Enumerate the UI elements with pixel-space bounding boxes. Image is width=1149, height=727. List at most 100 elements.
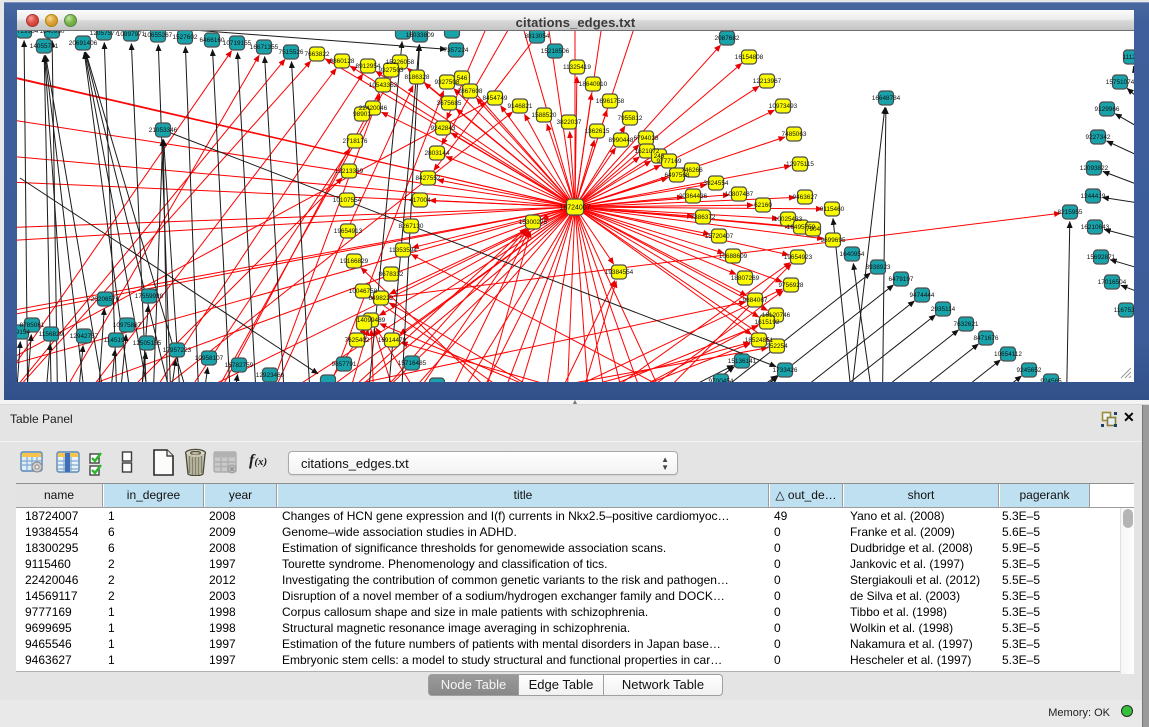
svg-text:10107554: 10107554 [333, 197, 362, 204]
svg-text:8427552: 8427552 [416, 175, 441, 182]
svg-text:15716485: 15716485 [398, 360, 427, 367]
svg-text:9860128: 9860128 [330, 58, 355, 65]
svg-text:16671355: 16671355 [250, 44, 279, 51]
svg-text:8186328: 8186328 [405, 74, 430, 81]
svg-text:1840960: 1840960 [40, 31, 65, 35]
svg-text:15720407: 15720407 [705, 233, 734, 240]
svg-text:16033809: 16033809 [406, 32, 435, 39]
svg-text:12213967: 12213967 [753, 78, 782, 85]
svg-text:62160: 62160 [754, 202, 772, 209]
svg-text:12942757: 12942757 [70, 333, 99, 340]
svg-text:16154808: 16154808 [735, 54, 764, 61]
svg-text:10654112: 10654112 [994, 351, 1022, 358]
svg-text:19654923: 19654923 [784, 254, 813, 261]
svg-text:10807487: 10807487 [725, 191, 754, 198]
svg-text:1733426: 1733426 [773, 367, 798, 374]
svg-text:8678332: 8678332 [379, 271, 404, 278]
svg-text:9242843: 9242843 [431, 125, 456, 132]
svg-text:20691406: 20691406 [69, 40, 98, 47]
svg-text:2867608: 2867608 [458, 88, 483, 95]
svg-text:7625402: 7625402 [345, 337, 370, 344]
svg-text:7515526: 7515526 [279, 49, 304, 56]
svg-text:9657791: 9657791 [332, 361, 357, 368]
svg-text:8498222: 8498222 [369, 295, 394, 302]
svg-text:12213369: 12213369 [335, 168, 364, 175]
svg-text:9327503: 9327503 [379, 67, 404, 74]
svg-text:15218506: 15218506 [541, 48, 570, 55]
svg-text:1244419: 1244419 [1081, 193, 1106, 200]
svg-text:20206576: 20206576 [91, 296, 120, 303]
svg-text:7632621: 7632621 [954, 321, 979, 328]
svg-text:7904: 7904 [806, 226, 821, 233]
svg-text:8454749: 8454749 [483, 95, 508, 102]
svg-text:18724007: 18724007 [559, 204, 590, 211]
svg-text:16961758: 16961758 [596, 98, 625, 105]
svg-text:9699695: 9699695 [821, 237, 846, 244]
svg-text:12057577: 12057577 [90, 31, 119, 37]
svg-text:8267130: 8267130 [399, 223, 424, 230]
svg-text:19166829: 19166829 [340, 258, 369, 265]
svg-text:9129966: 9129966 [1095, 106, 1120, 113]
svg-text:16914479: 16914479 [378, 337, 407, 344]
svg-text:11325419: 11325419 [563, 64, 591, 71]
svg-text:19384554: 19384554 [605, 269, 634, 276]
svg-text:14099489: 14099489 [357, 317, 386, 324]
svg-text:1640954: 1640954 [840, 251, 865, 258]
svg-text:99154: 99154 [17, 329, 30, 336]
svg-text:1615192: 1615192 [755, 319, 780, 326]
svg-text:8990448: 8990448 [609, 137, 634, 144]
svg-text:3822037: 3822037 [557, 119, 582, 126]
svg-text:10025433: 10025433 [774, 216, 803, 223]
svg-text:546: 546 [457, 75, 468, 82]
svg-text:18807269: 18807269 [731, 275, 760, 282]
svg-text:924565: 924565 [1040, 378, 1062, 382]
svg-text:12093822: 12093822 [1080, 165, 1109, 172]
svg-text:417004: 417004 [409, 197, 431, 204]
svg-text:15226058: 15226058 [386, 59, 415, 66]
svg-text:19654913: 19654913 [334, 228, 363, 235]
svg-text:8912954: 8912954 [356, 63, 381, 70]
svg-text:10543362: 10543362 [369, 82, 398, 89]
svg-text:9474444: 9474444 [910, 292, 935, 299]
svg-text:10973493: 10973493 [769, 103, 798, 110]
svg-text:2087682: 2087682 [715, 35, 740, 42]
svg-text:10655267: 10655267 [144, 32, 173, 39]
svg-text:1167534: 1167534 [1114, 307, 1134, 314]
svg-text:16782759: 16782759 [225, 362, 254, 369]
svg-text:3824554: 3824554 [704, 180, 729, 187]
svg-text:11353594: 11353594 [389, 247, 417, 254]
svg-text:7485063: 7485063 [782, 131, 807, 138]
svg-text:1362615: 1362615 [585, 128, 610, 135]
svg-text:8813054: 8813054 [525, 33, 550, 40]
svg-text:17957223: 17957223 [163, 347, 192, 354]
svg-text:252254: 252254 [766, 343, 788, 350]
svg-text:16729984: 16729984 [17, 31, 39, 35]
svg-text:17559928: 17559928 [135, 293, 164, 300]
svg-text:8215955: 8215955 [1058, 209, 1083, 216]
svg-text:15692871: 15692871 [1087, 254, 1116, 261]
svg-text:1527602: 1527602 [173, 34, 198, 41]
svg-text:18640910: 18640910 [579, 81, 608, 88]
svg-text:12975115: 12975115 [786, 161, 814, 168]
svg-text:12923466: 12923466 [256, 372, 285, 379]
svg-text:98901: 98901 [353, 111, 371, 118]
svg-text:12505135: 12505135 [133, 340, 162, 347]
svg-text:10046758: 10046758 [349, 288, 378, 295]
svg-text:6479197: 6479197 [889, 276, 914, 283]
svg-text:9227342: 9227342 [1086, 134, 1111, 141]
svg-text:8471676: 8471676 [974, 335, 999, 342]
svg-text:17016504: 17016504 [1098, 279, 1127, 286]
svg-text:6466160: 6466160 [200, 37, 225, 44]
svg-text:10958107: 10958107 [195, 355, 224, 362]
svg-text:3675685: 3675685 [437, 100, 462, 107]
svg-text:16210643: 16210643 [1081, 224, 1110, 231]
svg-text:7663822: 7663822 [305, 51, 330, 58]
svg-text:10897971: 10897971 [117, 31, 146, 38]
svg-text:8938923: 8938923 [866, 264, 891, 271]
svg-text:7955812: 7955812 [618, 115, 643, 122]
svg-text:1145194: 1145194 [104, 337, 129, 344]
svg-text:7386372: 7386372 [691, 214, 716, 221]
svg-text:2803144: 2803144 [425, 150, 450, 157]
svg-text:10719155: 10719155 [223, 40, 252, 47]
svg-text:1588520: 1588520 [532, 112, 557, 119]
